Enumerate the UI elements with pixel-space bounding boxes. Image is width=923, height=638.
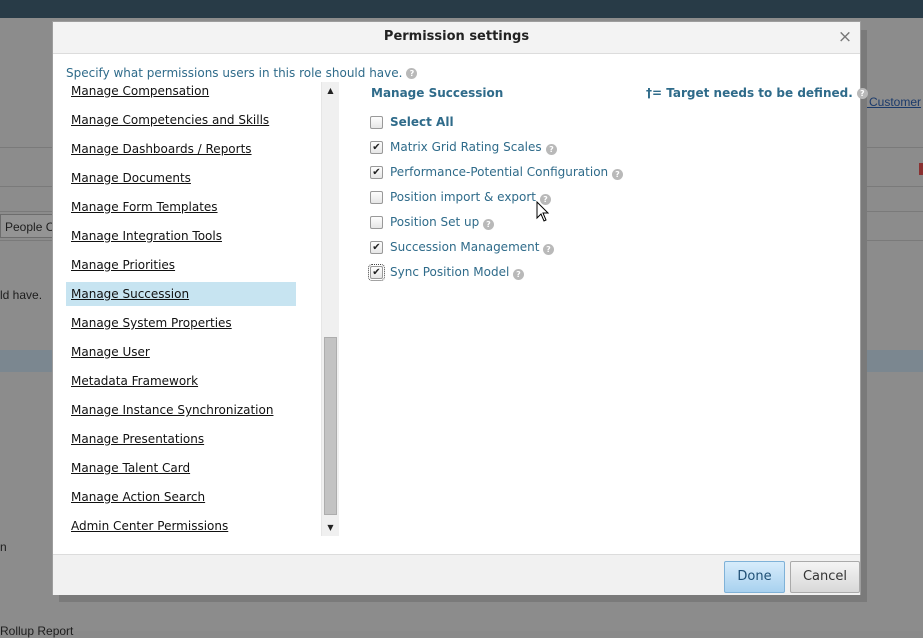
- permission-category-item[interactable]: Manage User: [66, 340, 296, 364]
- permission-category-item[interactable]: Metadata Framework: [66, 369, 296, 393]
- help-icon[interactable]: ?: [406, 68, 418, 79]
- permission-category-item[interactable]: Manage System Properties: [66, 311, 296, 335]
- permission-option-label[interactable]: Succession Management: [390, 240, 539, 254]
- permission-checkbox[interactable]: [370, 191, 383, 204]
- permission-checkbox[interactable]: ✔: [370, 241, 383, 254]
- permission-option-label[interactable]: Sync Position Model: [390, 265, 509, 279]
- permission-category-item[interactable]: Manage Priorities: [66, 253, 296, 277]
- permission-option-label[interactable]: Position import & export: [390, 190, 536, 204]
- permission-checkbox[interactable]: ✔: [368, 264, 385, 281]
- permission-checkbox[interactable]: ✔: [370, 141, 383, 154]
- permission-settings-dialog: Permission settings × Specify what permi…: [52, 21, 868, 595]
- mouse-pointer-icon: [536, 201, 550, 222]
- permission-category-item[interactable]: Manage Integration Tools: [66, 224, 296, 248]
- intro-text: Specify what permissions users in this r…: [66, 66, 418, 80]
- done-button[interactable]: Done: [724, 561, 785, 593]
- select-all-label[interactable]: Select All: [390, 115, 454, 129]
- help-icon[interactable]: ?: [612, 169, 623, 180]
- background-customer-link: o Customer: [859, 95, 922, 109]
- permission-category-item[interactable]: Manage Presentations: [66, 427, 296, 451]
- help-icon[interactable]: ?: [543, 244, 554, 255]
- background-top-bar: [0, 0, 923, 18]
- permission-option-label[interactable]: Matrix Grid Rating Scales: [390, 140, 542, 154]
- target-note-label: †= Target needs to be defined.: [646, 86, 853, 100]
- dialog-title: Permission settings: [383, 29, 530, 44]
- permission-category-item[interactable]: Manage Documents: [66, 166, 296, 190]
- permission-category-item[interactable]: Manage Action Search: [66, 485, 296, 509]
- dialog-header: Permission settings ×: [53, 22, 860, 54]
- permission-category-item[interactable]: Manage Succession: [66, 282, 296, 306]
- list-scrollbar[interactable]: ▲ ▼: [321, 82, 339, 536]
- help-icon[interactable]: ?: [856, 88, 868, 99]
- scroll-track[interactable]: [322, 99, 339, 519]
- permission-category-item[interactable]: Manage Compensation: [66, 82, 296, 103]
- permission-checkbox[interactable]: ✔: [370, 166, 383, 179]
- cancel-button[interactable]: Cancel: [790, 561, 860, 593]
- permission-category-item[interactable]: Manage Competencies and Skills: [66, 108, 296, 132]
- permission-category-list: Manage Compensation Manage Competencies a…: [66, 82, 296, 542]
- permission-category-item[interactable]: Admin Center Permissions: [66, 514, 296, 538]
- help-icon[interactable]: ?: [546, 144, 557, 155]
- help-icon[interactable]: ?: [483, 219, 494, 230]
- permission-category-item[interactable]: Manage Instance Synchronization: [66, 398, 296, 422]
- background-text: n: [0, 540, 7, 554]
- scroll-down-icon[interactable]: ▼: [322, 519, 339, 536]
- intro-label: Specify what permissions users in this r…: [66, 66, 403, 80]
- background-tab: People C: [0, 214, 60, 238]
- permission-category-item[interactable]: Manage Dashboards / Reports: [66, 137, 296, 161]
- scroll-up-icon[interactable]: ▲: [322, 82, 339, 99]
- dialog-footer: Done Cancel: [53, 554, 860, 595]
- background-text: Rollup Report: [0, 624, 74, 638]
- permission-category-item[interactable]: Manage Form Templates: [66, 195, 296, 219]
- help-icon[interactable]: ?: [513, 269, 524, 280]
- target-note: †= Target needs to be defined.?: [646, 86, 868, 100]
- permission-category-item[interactable]: Manage Talent Card: [66, 456, 296, 480]
- close-icon[interactable]: ×: [836, 27, 854, 47]
- background-marker: [919, 163, 923, 175]
- scroll-thumb[interactable]: [324, 337, 337, 515]
- permission-option-label[interactable]: Position Set up: [390, 215, 479, 229]
- permission-checkbox[interactable]: [370, 216, 383, 229]
- background-text: ld have.: [0, 288, 43, 302]
- section-title: Manage Succession: [371, 86, 504, 100]
- permission-option-label[interactable]: Performance-Potential Configuration: [390, 165, 608, 179]
- select-all-checkbox[interactable]: [370, 116, 383, 129]
